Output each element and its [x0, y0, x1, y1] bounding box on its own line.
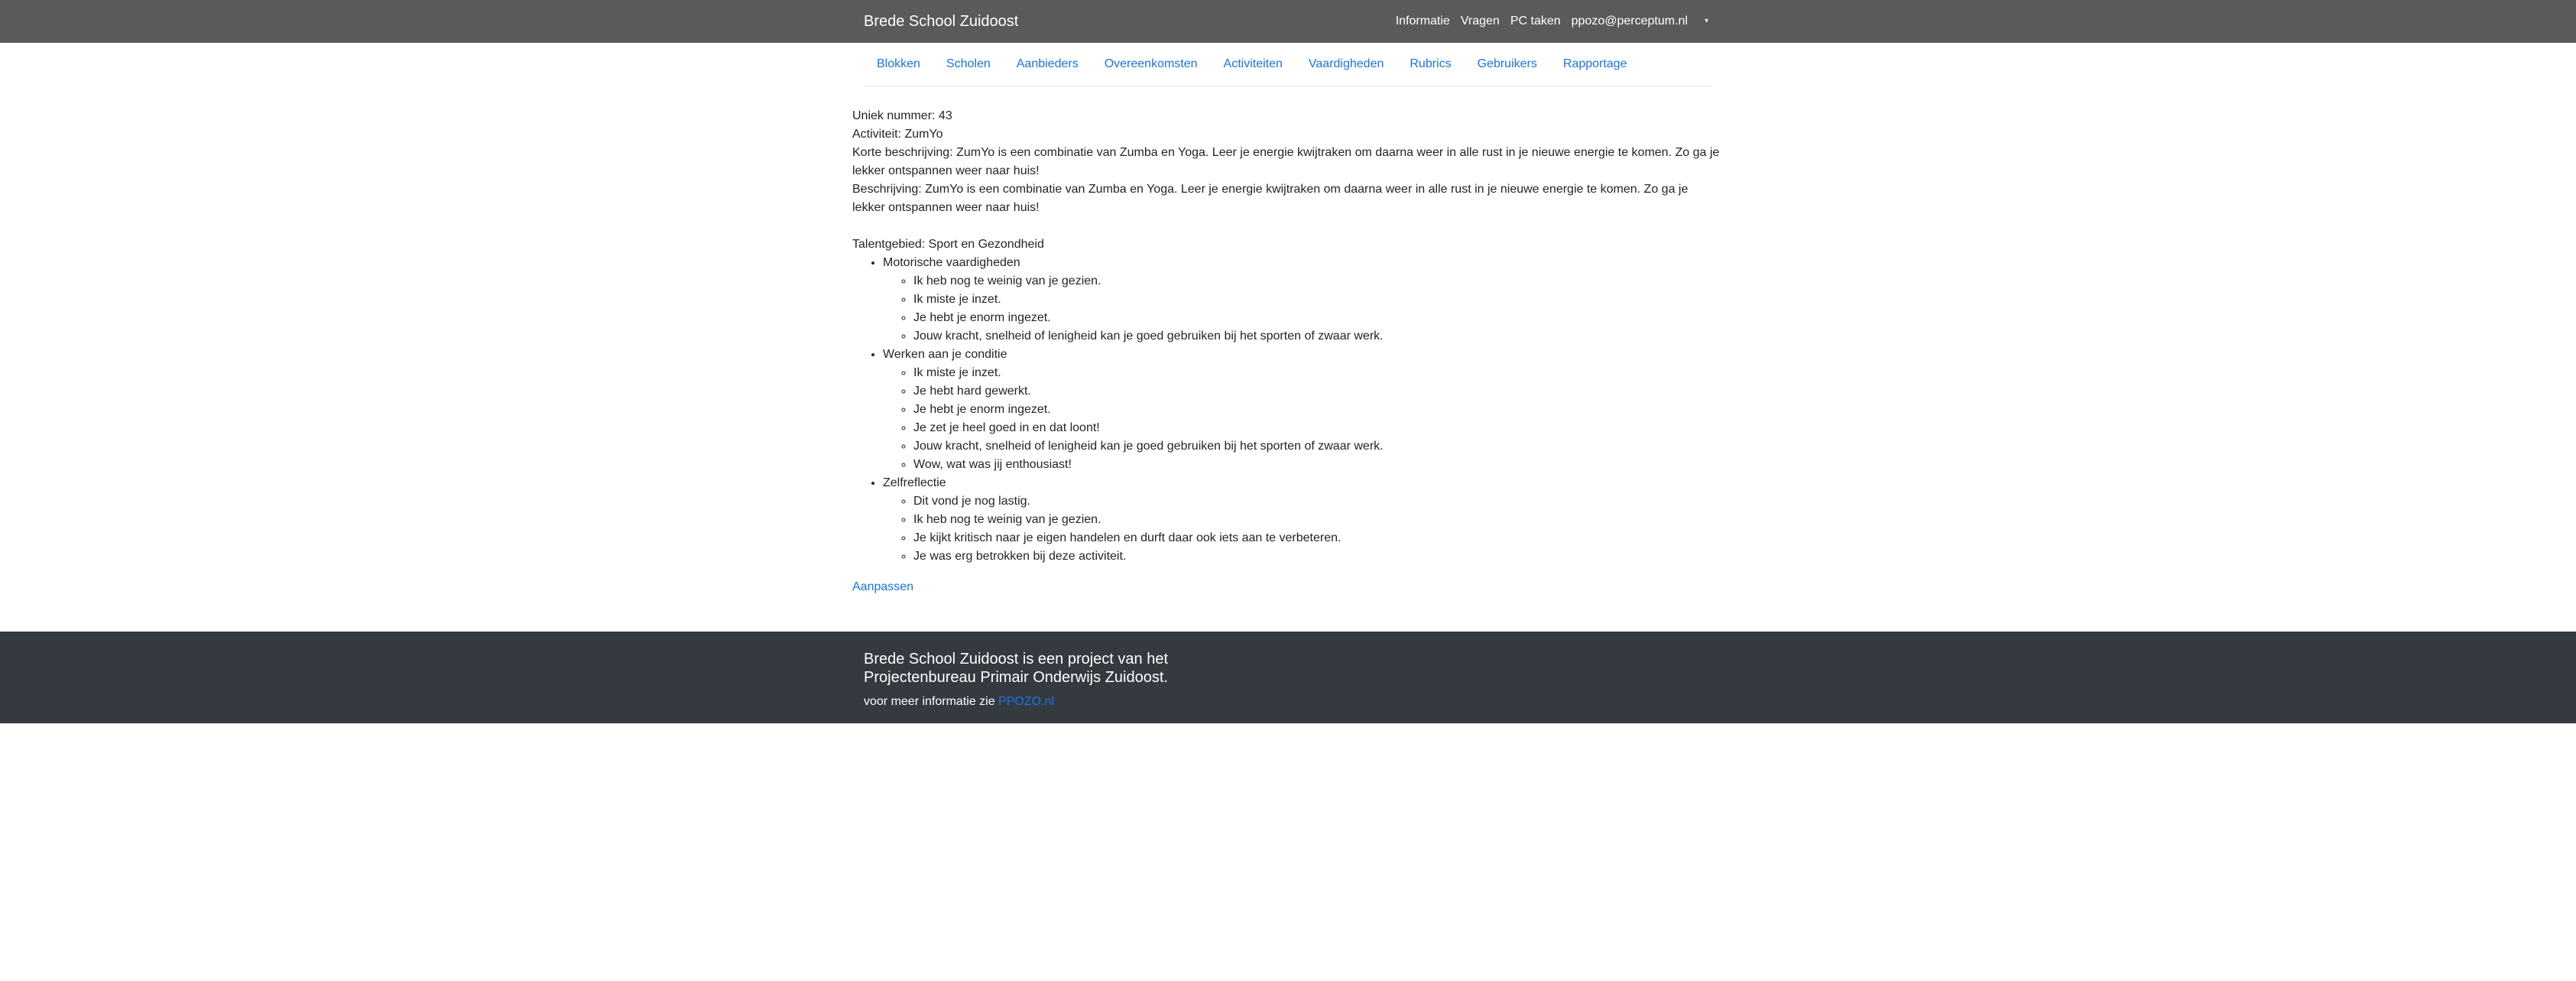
tab-overeenkomsten[interactable]: Overeenkomsten [1092, 57, 1211, 72]
footer-ppozo-link[interactable]: PPOZO.nl [998, 695, 1054, 708]
feedback-item: Ik miste je inzet. [913, 364, 1724, 382]
feedback-item: Wow, wat was jij enthousiast! [913, 456, 1724, 474]
tab-scholen[interactable]: Scholen [933, 57, 1004, 72]
skill-feedback-list: Ik miste je inzet. Je hebt hard gewerkt.… [883, 364, 1724, 474]
skills-list: Motorische vaardigheden Ik heb nog te we… [852, 254, 1724, 566]
tab-aanbieders[interactable]: Aanbieders [1004, 57, 1092, 72]
tab-vaardigheden[interactable]: Vaardigheden [1296, 57, 1397, 72]
feedback-item: Je hebt je enorm ingezet. [913, 401, 1724, 419]
chevron-down-icon[interactable]: ▾ [1705, 13, 1708, 30]
brand-link[interactable]: Brede School Zuidoost [864, 12, 1018, 31]
feedback-item: Je hebt je enorm ingezet. [913, 309, 1724, 327]
feedback-item: Je kijkt kritisch naar je eigen handelen… [913, 529, 1724, 547]
nav-user-email[interactable]: ppozo@perceptum.nl [1572, 13, 1688, 30]
feedback-item: Jouw kracht, snelheid of lenigheid kan j… [913, 437, 1724, 456]
unique-number: Uniek nummer: 43 [852, 109, 952, 122]
skill-item: Motorische vaardigheden Ik heb nog te we… [883, 254, 1724, 346]
nav-informatie[interactable]: Informatie [1396, 13, 1450, 30]
feedback-item: Ik miste je inzet. [913, 291, 1724, 309]
skill-feedback-list: Ik heb nog te weinig van je gezien. Ik m… [883, 272, 1724, 346]
activity-detail: Uniek nummer: 43 Activiteit: ZumYo Korte… [852, 107, 1724, 596]
tab-blokken[interactable]: Blokken [864, 57, 933, 72]
skill-item: Zelfreflectie Dit vond je nog lastig. Ik… [883, 474, 1724, 566]
feedback-item: Ik heb nog te weinig van je gezien. [913, 272, 1724, 291]
short-description: Korte beschrijving: ZumYo is een combina… [852, 146, 1720, 177]
section-tabs: Blokken Scholen Aanbieders Overeenkomste… [864, 43, 1712, 86]
talent-area: Talentgebied: Sport en Gezondheid [852, 238, 1044, 251]
skill-name: Zelfreflectie [883, 476, 946, 489]
tab-activiteiten[interactable]: Activiteiten [1211, 57, 1296, 72]
footer-title: Brede School Zuidoost is een project van… [864, 651, 1169, 686]
footer: Brede School Zuidoost is een project van… [0, 632, 2576, 723]
activity-name: Activiteit: ZumYo [852, 128, 943, 141]
tab-gebruikers[interactable]: Gebruikers [1465, 57, 1550, 72]
footer-info: voor meer informatie zie PPOZO.nl [864, 694, 1054, 710]
nav-pc-taken[interactable]: PC taken [1510, 13, 1561, 30]
feedback-item: Jouw kracht, snelheid of lenigheid kan j… [913, 327, 1724, 346]
description: Beschrijving: ZumYo is een combinatie va… [852, 183, 1689, 214]
tab-rubrics[interactable]: Rubrics [1397, 57, 1464, 72]
skill-name: Motorische vaardigheden [883, 256, 1020, 269]
nav-vragen[interactable]: Vragen [1461, 13, 1500, 30]
skill-feedback-list: Dit vond je nog lastig. Ik heb nog te we… [883, 492, 1724, 566]
footer-info-text: voor meer informatie zie [864, 695, 995, 708]
skill-name: Werken aan je conditie [883, 348, 1007, 361]
feedback-item: Je hebt hard gewerkt. [913, 382, 1724, 401]
top-navbar: Brede School Zuidoost Informatie Vragen … [0, 0, 2576, 43]
feedback-item: Ik heb nog te weinig van je gezien. [913, 511, 1724, 529]
edit-link[interactable]: Aanpassen [852, 578, 913, 596]
feedback-item: Je zet je heel goed in en dat loont! [913, 419, 1724, 437]
feedback-item: Dit vond je nog lastig. [913, 492, 1724, 511]
top-nav: Informatie Vragen PC taken ppozo@percept… [1385, 13, 1708, 30]
tab-rapportage[interactable]: Rapportage [1550, 57, 1640, 72]
skill-item: Werken aan je conditie Ik miste je inzet… [883, 346, 1724, 474]
feedback-item: Je was erg betrokken bij deze activiteit… [913, 547, 1724, 566]
